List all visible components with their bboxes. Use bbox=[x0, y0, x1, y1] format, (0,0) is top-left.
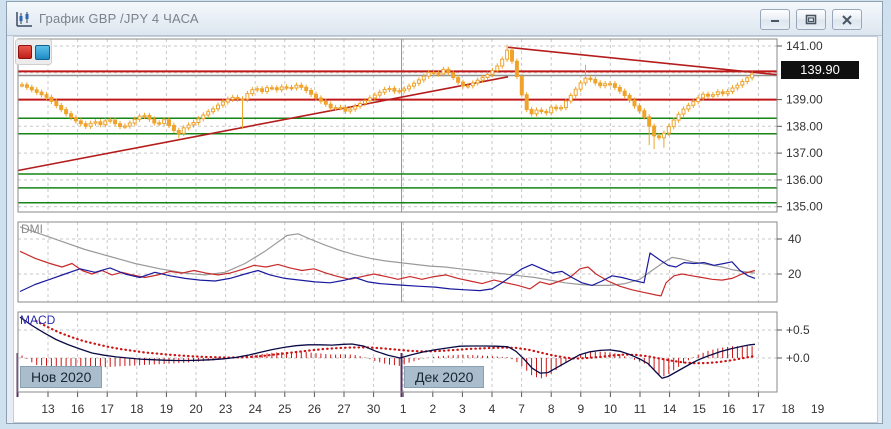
date-axis-label: 26 bbox=[308, 402, 322, 416]
date-axis-label: 17 bbox=[101, 402, 115, 416]
price-axis-label: 141.00 bbox=[786, 39, 823, 53]
macd-axis-label: +0.5 bbox=[786, 323, 810, 337]
date-axis-label: 23 bbox=[219, 402, 233, 416]
current-price-tag: 139.90 bbox=[781, 61, 859, 79]
date-axis-label: 2 bbox=[429, 402, 436, 416]
date-axis-label: 16 bbox=[71, 402, 85, 416]
date-axis-label: 11 bbox=[634, 402, 647, 416]
dmi-axis-label: 20 bbox=[788, 267, 802, 281]
date-axis-label: 3 bbox=[459, 402, 466, 416]
date-axis-label: 19 bbox=[811, 402, 825, 416]
date-axis-label: 18 bbox=[130, 402, 144, 416]
date-axis-label: 27 bbox=[337, 402, 351, 416]
trade-buttons-panel bbox=[15, 39, 52, 65]
date-axis-label: 16 bbox=[722, 402, 736, 416]
date-axis-label: 30 bbox=[367, 402, 381, 416]
dmi-panel-label: DMI bbox=[21, 222, 43, 236]
macd-axis-label: +0.0 bbox=[786, 351, 810, 365]
date-axis-label: 7 bbox=[518, 402, 525, 416]
date-axis-label: 18 bbox=[781, 402, 795, 416]
date-axis-label: 13 bbox=[41, 402, 55, 416]
date-axis-label: 24 bbox=[249, 402, 263, 416]
date-axis-label: 10 bbox=[604, 402, 618, 416]
sell-button[interactable] bbox=[18, 45, 32, 59]
price-axis-label: 135.00 bbox=[786, 200, 823, 214]
buy-button[interactable] bbox=[35, 45, 50, 60]
date-axis-label: 15 bbox=[693, 402, 707, 416]
month-label-nov: Нов 2020 bbox=[20, 366, 102, 388]
date-axis-label: 8 bbox=[548, 402, 555, 416]
price-axis-label: 137.00 bbox=[786, 146, 823, 160]
date-axis-label: 20 bbox=[189, 402, 203, 416]
price-axis-label: 139.00 bbox=[786, 93, 823, 107]
dmi-axis-label: 40 bbox=[788, 232, 802, 246]
month-label-dec: Дек 2020 bbox=[404, 366, 484, 388]
date-axis-label: 19 bbox=[160, 402, 174, 416]
macd-panel-label: MACD bbox=[20, 313, 55, 327]
date-axis-label: 14 bbox=[663, 402, 677, 416]
date-axis-label: 1 bbox=[400, 402, 407, 416]
date-axis-label: 25 bbox=[278, 402, 292, 416]
chart-canvas[interactable]: 141.00 139.00 138.00 137.00 136.00 135.00 40 20… bbox=[0, 0, 891, 429]
date-axis-label: 17 bbox=[752, 402, 766, 416]
price-axis-label: 138.00 bbox=[786, 119, 823, 133]
price-axis-label: 136.00 bbox=[786, 173, 823, 187]
date-axis-label: 9 bbox=[577, 402, 584, 416]
date-axis-label: 4 bbox=[489, 402, 496, 416]
